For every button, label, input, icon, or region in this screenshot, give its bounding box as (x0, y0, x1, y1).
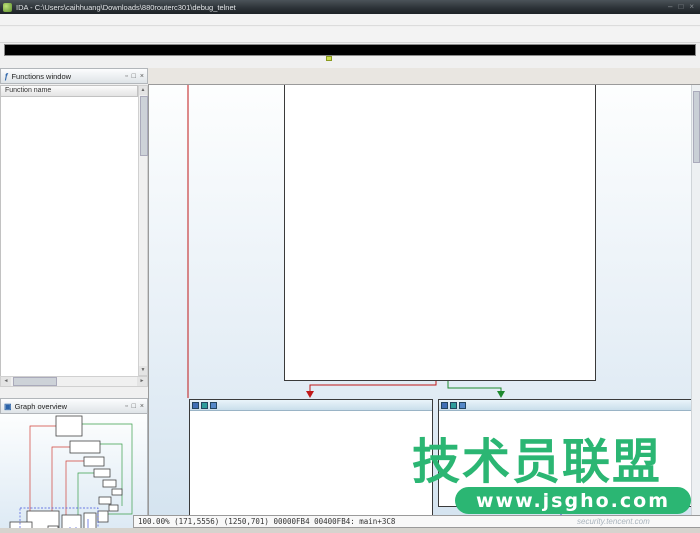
block-collapse-icon[interactable] (441, 402, 448, 409)
graph-overview-header[interactable]: ▣ Graph overview ▫ □ × (0, 398, 148, 414)
graph-overview-icon: ▣ (4, 402, 12, 411)
block-color-icon[interactable] (459, 402, 466, 409)
functions-window-icon: ƒ (4, 72, 8, 81)
dock-float-icon[interactable]: □ (132, 403, 136, 410)
dock-close-icon[interactable]: × (140, 73, 144, 80)
block-group-icon[interactable] (450, 402, 457, 409)
ida-window: IDA - C:\Users\caihhuang\Downloads\880ro… (0, 0, 700, 533)
watermark-faint-text: security.tencent.com (577, 517, 650, 526)
block-color-icon[interactable] (210, 402, 217, 409)
watermark-url-pill: www.jsgho.com (455, 487, 691, 514)
function-list-vertical-scrollbar[interactable]: ▲ ▼ (138, 85, 148, 376)
app-icon (3, 3, 12, 12)
view-tab-bar (148, 68, 700, 85)
navband-position-marker[interactable] (326, 56, 332, 61)
watermark-cn-text: 技术员联盟 (412, 436, 700, 488)
functions-window-header[interactable]: ƒ Functions window ▫ □ × (0, 68, 148, 84)
scroll-down-icon[interactable]: ▼ (139, 366, 147, 375)
scrollbar-thumb[interactable] (693, 91, 700, 163)
graph-overview-title: Graph overview (15, 402, 122, 411)
block-titlebar[interactable] (190, 400, 432, 411)
status-text: 100.00% (171,5556) (1250,701) 00000FB4 0… (134, 517, 395, 526)
maximize-button[interactable]: □ (678, 3, 683, 11)
navigation-band[interactable] (4, 44, 696, 56)
functions-window-title: Functions window (11, 72, 121, 81)
function-name-column-header[interactable]: Function name (0, 85, 138, 97)
scroll-right-icon[interactable]: ► (137, 377, 147, 386)
block-code[interactable] (439, 411, 697, 414)
close-button[interactable]: × (689, 3, 694, 11)
title-bar[interactable]: IDA - C:\Users\caihhuang\Downloads\880ro… (0, 0, 700, 14)
scroll-left-icon[interactable]: ◄ (1, 377, 11, 386)
block-code[interactable] (190, 411, 432, 412)
dock-float-icon[interactable]: □ (132, 73, 136, 80)
watermark-url-text: www.jsgho.com (476, 490, 670, 512)
function-list-horizontal-scrollbar[interactable]: ◄ ► (0, 376, 148, 387)
window-controls: –□ × (668, 3, 694, 11)
toolbar (0, 27, 700, 43)
basic-block-main[interactable] (284, 85, 596, 381)
graph-overview-minimap[interactable] (0, 414, 148, 533)
function-list (0, 97, 138, 376)
window-frame-bottom (0, 528, 700, 533)
basic-block-check-ok[interactable] (189, 399, 433, 515)
menu-bar (0, 14, 700, 26)
scrollbar-thumb[interactable] (140, 96, 148, 156)
minimize-button[interactable]: – (668, 3, 672, 11)
scroll-up-icon[interactable]: ▲ (139, 86, 147, 95)
dock-restore-icon[interactable]: ▫ (125, 73, 127, 80)
block-group-icon[interactable] (201, 402, 208, 409)
dock-restore-icon[interactable]: ▫ (125, 403, 127, 410)
block-collapse-icon[interactable] (192, 402, 199, 409)
minimap-graph (0, 414, 146, 532)
dock-close-icon[interactable]: × (140, 403, 144, 410)
block-titlebar[interactable] (439, 400, 697, 411)
window-title: IDA - C:\Users\caihhuang\Downloads\880ro… (16, 3, 236, 12)
scrollbar-thumb[interactable] (13, 377, 57, 386)
